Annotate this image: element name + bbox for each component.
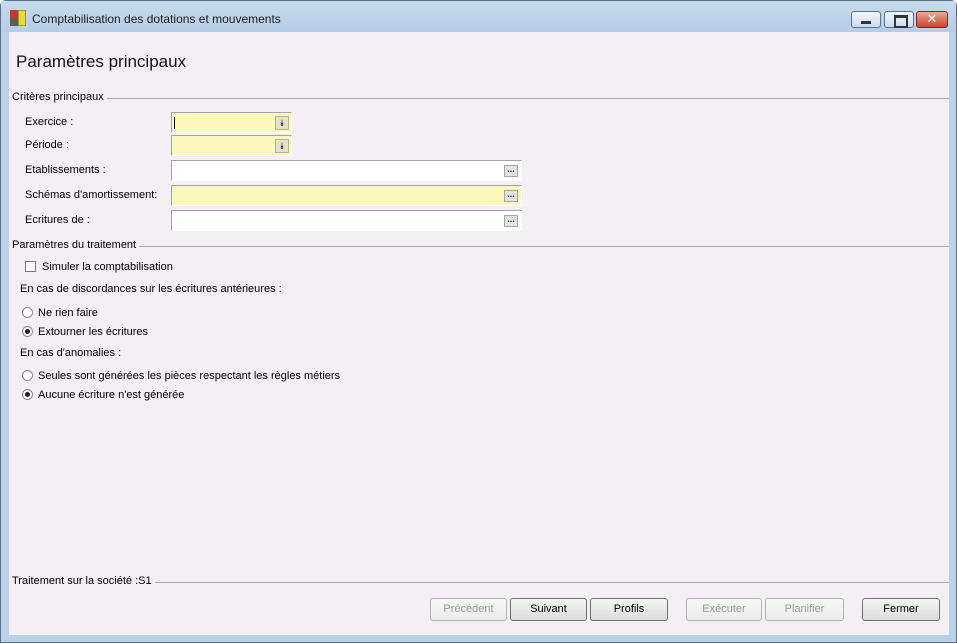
periode-label: Période : <box>25 139 70 151</box>
profiles-button[interactable]: Profils <box>590 598 668 621</box>
periode-combo[interactable]: ⯯ <box>171 135 292 156</box>
radio-ne-rien-faire-label[interactable]: Ne rien faire <box>38 307 98 319</box>
radio-seules-pieces[interactable] <box>22 370 33 381</box>
close-button[interactable]: Fermer <box>862 598 940 621</box>
main-window: Comptabilisation des dotations et mouvem… <box>0 0 957 643</box>
schemas-label: Schémas d'amortissement: <box>25 189 158 201</box>
minimize-button[interactable] <box>851 11 881 28</box>
radio-aucune-ecriture-label[interactable]: Aucune écriture n'est générée <box>38 389 184 401</box>
radio-seules-pieces-label[interactable]: Seules sont générées les pièces respecta… <box>38 370 340 382</box>
schedule-button[interactable]: Planifier <box>765 598 844 621</box>
close-window-button[interactable]: ✕ <box>916 11 948 28</box>
etablissements-label: Etablissements : <box>25 164 106 176</box>
divider <box>12 98 949 99</box>
divider <box>12 246 949 247</box>
radio-extourner-label[interactable]: Extourner les écritures <box>38 326 148 338</box>
ecritures-label: Ecritures de : <box>25 214 90 226</box>
criteria-group-label: Critères principaux <box>12 91 107 103</box>
page-title: Paramètres principaux <box>16 52 187 71</box>
etablissements-input[interactable]: ... <box>171 160 522 181</box>
company-footer: Traitement sur la société :S1 <box>12 575 949 589</box>
anomaly-label: En cas d'anomalies : <box>20 347 122 359</box>
radio-extourner[interactable] <box>22 326 33 337</box>
ecritures-input[interactable]: ... <box>171 210 522 231</box>
exercice-label: Exercice : <box>25 116 74 128</box>
close-icon: ✕ <box>926 11 938 26</box>
processing-group-header: Paramètres du traitement <box>12 239 949 253</box>
ellipsis-icon[interactable]: ... <box>504 165 518 177</box>
chevron-down-icon[interactable]: ⯯ <box>275 139 289 153</box>
ellipsis-icon[interactable]: ... <box>504 215 518 227</box>
title-bar[interactable]: Comptabilisation des dotations et mouvem… <box>1 1 956 32</box>
schemas-input[interactable]: ... <box>171 185 522 206</box>
maximize-button[interactable] <box>884 11 914 28</box>
text-caret <box>174 117 175 129</box>
discrepancy-label: En cas de discordances sur les écritures… <box>20 283 282 295</box>
app-icon <box>10 10 27 27</box>
simulate-label[interactable]: Simuler la comptabilisation <box>42 261 173 273</box>
dialog-content: Paramètres principaux Critères principau… <box>9 32 949 635</box>
processing-group-label: Paramètres du traitement <box>12 239 140 251</box>
next-button[interactable]: Suivant <box>510 598 587 621</box>
exercice-combo[interactable]: ⯯ <box>171 112 292 133</box>
simulate-checkbox[interactable] <box>25 261 36 272</box>
chevron-down-icon[interactable]: ⯯ <box>275 116 289 130</box>
window-title: Comptabilisation des dotations et mouvem… <box>32 12 281 26</box>
ellipsis-icon[interactable]: ... <box>504 190 518 202</box>
previous-button[interactable]: Précédent <box>430 598 507 621</box>
company-label: Traitement sur la société :S1 <box>12 575 155 587</box>
radio-aucune-ecriture[interactable] <box>22 389 33 400</box>
radio-ne-rien-faire[interactable] <box>22 307 33 318</box>
execute-button[interactable]: Exécuter <box>686 598 762 621</box>
criteria-group-header: Critères principaux <box>12 91 949 105</box>
